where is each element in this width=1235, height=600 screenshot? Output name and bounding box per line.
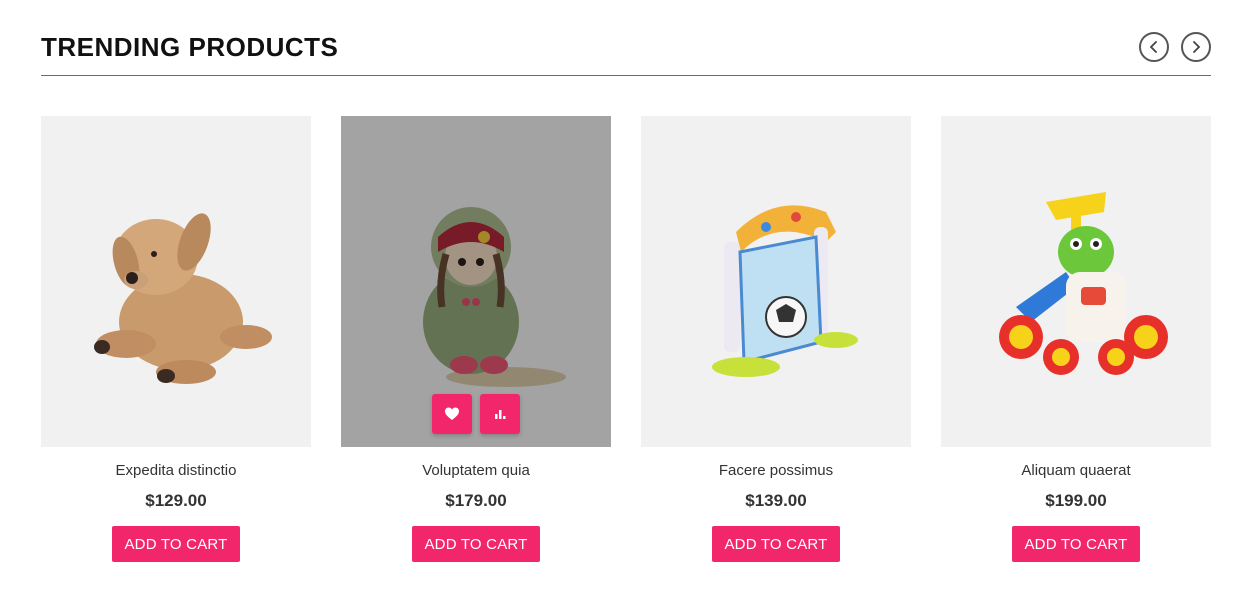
product-name[interactable]: Aliquam quaerat [941,462,1211,479]
heart-icon [445,407,459,420]
product-image-link[interactable] [341,116,611,447]
product-name[interactable]: Voluptatem quia [341,462,611,479]
carousel-next-button[interactable] [1181,32,1211,62]
add-to-cart-button[interactable]: ADD TO CART [712,526,840,562]
product-price: $179.00 [445,491,507,510]
compare-chart-icon [495,410,506,419]
product-image-link[interactable] [941,116,1211,447]
chevron-right-icon [1193,41,1201,53]
add-to-cart-button[interactable]: ADD TO CART [412,526,540,562]
carousel-prev-button[interactable] [1139,32,1169,62]
chevron-left-icon [1149,41,1157,53]
product-card: Voluptatem quia $179.00 ADD TO CART [341,116,611,562]
section-title: TRENDING PRODUCTS [41,32,339,62]
add-to-cart-button[interactable]: ADD TO CART [1012,526,1140,562]
product-card: Facere possimus $139.00 ADD TO CART [641,116,911,562]
product-price: $139.00 [745,491,807,510]
section-header: TRENDING PRODUCTS [41,28,1211,76]
wishlist-button[interactable] [432,394,472,434]
product-card: Aliquam quaerat $199.00 ADD TO CART [941,116,1211,562]
toy-soccer-goal-image [712,204,858,377]
compare-button[interactable] [480,394,520,434]
product-card: Expedita distinctio $129.00 ADD TO CART [41,116,311,562]
baby-walker-image [999,191,1168,375]
product-price: $129.00 [145,491,207,510]
product-price: $199.00 [1045,491,1107,510]
plush-dog-image [94,212,272,384]
product-actions [341,394,611,434]
product-image-link[interactable] [41,116,311,447]
trending-products-section: TRENDING PRODUCTS Expedita distinctio $1… [41,0,1211,600]
product-name[interactable]: Expedita distinctio [41,462,311,479]
product-image-link[interactable] [641,116,911,447]
product-name[interactable]: Facere possimus [641,462,911,479]
add-to-cart-button[interactable]: ADD TO CART [112,526,240,562]
